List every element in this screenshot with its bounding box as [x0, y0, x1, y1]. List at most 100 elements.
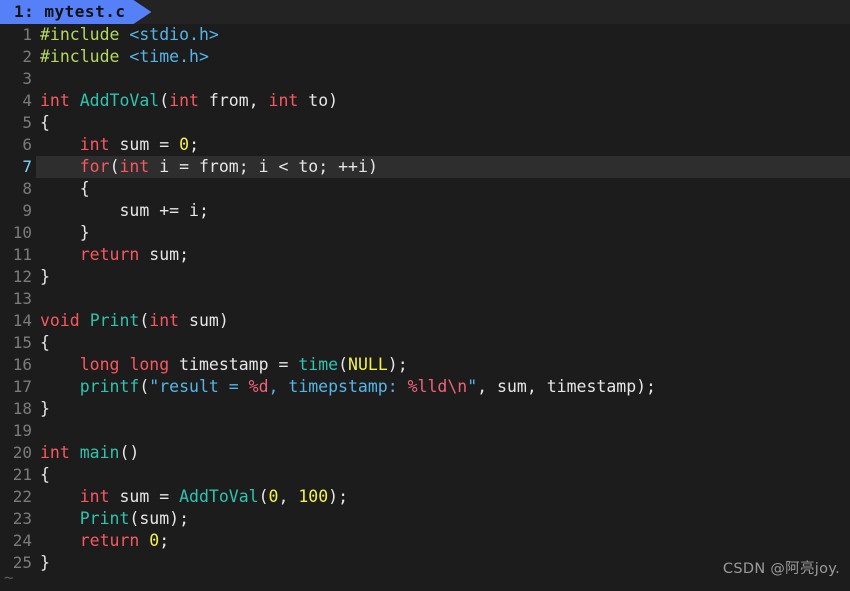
- code-text[interactable]: printf("result = %d, timepstamp: %lld\n"…: [36, 376, 850, 398]
- code-line[interactable]: 20 int main(): [0, 442, 850, 464]
- punctuation: );: [169, 509, 190, 528]
- code-line[interactable]: 17 printf("result = %d, timepstamp: %lld…: [0, 376, 850, 398]
- code-line[interactable]: 19: [0, 420, 850, 442]
- number-literal: 0: [149, 531, 160, 550]
- code-text[interactable]: {: [36, 332, 850, 354]
- code-text[interactable]: int main(): [36, 442, 850, 464]
- code-line[interactable]: 11 return sum;: [0, 244, 850, 266]
- identifier: to: [308, 91, 329, 110]
- number-literal: 0: [268, 487, 279, 506]
- code-text[interactable]: {: [36, 464, 850, 486]
- tab-mytest-c[interactable]: 1: mytest.c: [0, 0, 151, 24]
- line-number: 12: [12, 267, 32, 286]
- code-line[interactable]: 21 {: [0, 464, 850, 486]
- code-line[interactable]: 8 {: [0, 178, 850, 200]
- code-text[interactable]: int sum = 0;: [36, 134, 850, 156]
- punctuation: [139, 245, 149, 264]
- code-line[interactable]: 13: [0, 288, 850, 310]
- code-line[interactable]: 1 #include <stdio.h>: [0, 24, 850, 46]
- code-text[interactable]: #include <stdio.h>: [36, 24, 850, 46]
- keyword: int: [169, 91, 199, 110]
- line-number: 22: [12, 487, 32, 506]
- code-line[interactable]: 23 Print(sum);: [0, 508, 850, 530]
- code-line[interactable]: 2 #include <time.h>: [0, 46, 850, 68]
- code-line[interactable]: 3: [0, 68, 850, 90]
- punctuation: [120, 355, 130, 374]
- identifier: sum: [119, 487, 150, 506]
- identifier: sum: [189, 311, 219, 330]
- code-line[interactable]: 6 int sum = 0;: [0, 134, 850, 156]
- code-text[interactable]: Print(sum);: [36, 508, 850, 530]
- punctuation: (: [139, 311, 150, 330]
- code-line[interactable]: 16 long long timestamp = time(NULL);: [0, 354, 850, 376]
- punctuation: [40, 377, 80, 396]
- line-number: 23: [12, 509, 32, 528]
- code-line[interactable]: 9 sum += i;: [0, 200, 850, 222]
- code-text[interactable]: int sum = AddToVal(0, 100);: [36, 486, 850, 508]
- code-line[interactable]: 14 void Print(int sum): [0, 310, 850, 332]
- line-number: 1: [22, 25, 32, 44]
- editor-window: 1: mytest.c 1 #include <stdio.h> 2 #include…: [0, 0, 850, 591]
- code-line[interactable]: 22 int sum = AddToVal(0, 100);: [0, 486, 850, 508]
- punctuation: [179, 311, 189, 330]
- code-text[interactable]: #include <time.h>: [36, 46, 850, 68]
- function-name: time: [298, 355, 339, 374]
- code-text[interactable]: }: [36, 398, 850, 420]
- code-text[interactable]: return sum;: [36, 244, 850, 266]
- code-text[interactable]: long long timestamp = time(NULL);: [36, 354, 850, 376]
- code-line[interactable]: 5{: [0, 112, 850, 134]
- line-number: 7: [0, 156, 36, 178]
- punctuation: ;: [159, 531, 170, 550]
- code-text[interactable]: sum += i;: [36, 200, 850, 222]
- code-editor[interactable]: 1 #include <stdio.h> 2 #include <time.h> 3 4 i…: [0, 24, 850, 591]
- line-number: 21: [12, 465, 32, 484]
- code-text[interactable]: }: [36, 222, 850, 244]
- identifier: sum: [149, 245, 180, 264]
- function-name: main: [79, 443, 120, 462]
- line-number: 17: [12, 377, 32, 396]
- code-text[interactable]: }: [36, 266, 850, 288]
- code-line[interactable]: 10 }: [0, 222, 850, 244]
- code-text[interactable]: int AddToVal(int from, int to): [36, 90, 850, 112]
- punctuation: [70, 443, 80, 462]
- format-specifier: %lld: [407, 377, 448, 396]
- punctuation: [40, 355, 80, 374]
- number-literal: 100: [298, 487, 329, 506]
- code-text[interactable]: for(int i = from; i < to; ++i): [36, 156, 850, 178]
- string-quote: ": [467, 377, 478, 396]
- code-line-current[interactable]: 7 for(int i = from; i < to; ++i): [0, 156, 850, 178]
- function-name: Print: [79, 509, 130, 528]
- punctuation: [40, 135, 80, 154]
- line-number: 8: [22, 179, 32, 198]
- punctuation: ;: [189, 135, 199, 154]
- code-line[interactable]: 12}: [0, 266, 850, 288]
- line-number: 5: [22, 113, 32, 132]
- line-number: 9: [22, 201, 32, 220]
- code-line[interactable]: 24 return 0;: [0, 530, 850, 552]
- punctuation: +=: [149, 201, 190, 220]
- line-number: 4: [22, 91, 32, 110]
- code-line[interactable]: 4 int AddToVal(int from, int to): [0, 90, 850, 112]
- code-text[interactable]: {: [36, 112, 850, 134]
- code-text[interactable]: {: [36, 178, 850, 200]
- code-text[interactable]: void Print(int sum): [36, 310, 850, 332]
- identifier: i: [358, 157, 368, 176]
- punctuation: =: [169, 157, 199, 176]
- punctuation: );: [387, 355, 408, 374]
- keyword: return: [79, 245, 140, 264]
- keyword: int: [79, 487, 110, 506]
- punctuation: );: [328, 487, 349, 506]
- keyword: for: [79, 157, 110, 176]
- punctuation: }: [40, 267, 50, 286]
- punctuation: ;: [198, 201, 209, 220]
- punctuation: (: [338, 355, 349, 374]
- code-text[interactable]: return 0;: [36, 530, 850, 552]
- code-line[interactable]: 15 {: [0, 332, 850, 354]
- punctuation: (: [258, 487, 269, 506]
- code-line[interactable]: 18}: [0, 398, 850, 420]
- tab-bar: 1: mytest.c: [0, 0, 850, 24]
- punctuation: ): [367, 157, 378, 176]
- function-name: printf: [79, 377, 140, 396]
- punctuation: [40, 201, 119, 220]
- keyword: int: [268, 91, 299, 110]
